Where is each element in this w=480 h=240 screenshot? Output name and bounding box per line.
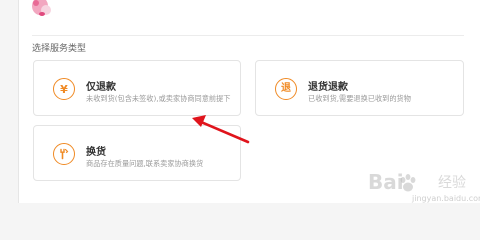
watermark-url: jingyan.baidu.com (412, 194, 480, 203)
paw-icon (400, 174, 416, 192)
baidu-watermark: Bai 经验 jingyan.baidu.com (366, 170, 480, 206)
watermark-suffix: 经验 (438, 175, 466, 191)
